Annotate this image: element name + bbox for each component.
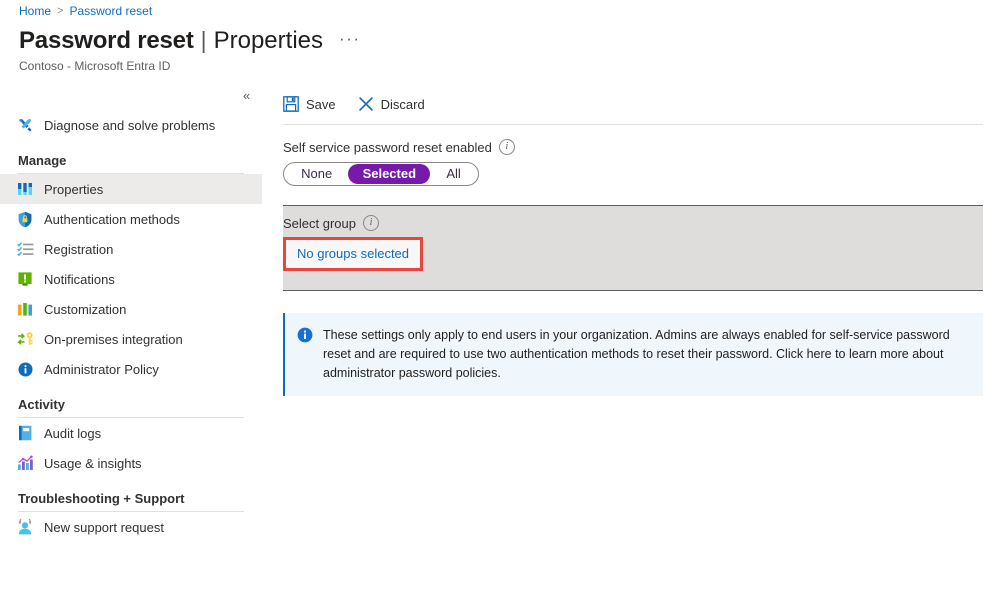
page-title-primary: Password reset	[19, 27, 194, 55]
sspr-option-selected[interactable]: Selected	[348, 164, 430, 184]
sidebar-item-registration[interactable]: Registration	[0, 234, 262, 264]
sidebar-item-label: Customization	[44, 302, 126, 317]
color-bars-icon	[14, 299, 36, 319]
sspr-enabled-label-row: Self service password reset enabled i	[283, 139, 983, 155]
info-banner-text: These settings only apply to end users i…	[323, 326, 967, 383]
no-groups-selected-highlight: No groups selected	[283, 237, 423, 271]
sidebar-item-new-support-request[interactable]: New support request	[0, 512, 262, 542]
sidebar-item-usage-and-insights[interactable]: Usage & insights	[0, 448, 262, 478]
sidebar-item-label: Registration	[44, 242, 113, 257]
info-banner: These settings only apply to end users i…	[283, 313, 983, 396]
sidebar-group-troubleshooting-support: Troubleshooting + Support	[18, 478, 244, 512]
save-button[interactable]: Save	[283, 96, 336, 112]
sidebar-item-customization[interactable]: Customization	[0, 294, 262, 324]
breadcrumb-item-password-reset[interactable]: Password reset	[69, 4, 152, 18]
sidebar-item-diagnose-and-solve-problems[interactable]: Diagnose and solve problems	[0, 110, 262, 140]
save-button-label: Save	[306, 97, 336, 112]
page-title-divider: |	[201, 27, 207, 54]
properties-bars-icon	[14, 179, 36, 199]
main-content: Save Discard Self service password reset…	[283, 90, 983, 396]
breadcrumb-item-home[interactable]: Home	[19, 4, 51, 18]
sidebar-group-activity: Activity	[18, 384, 244, 418]
sidebar-item-label: Audit logs	[44, 426, 101, 441]
shield-lock-icon	[14, 209, 36, 229]
select-group-label-row: Select group i	[283, 215, 983, 231]
checklist-icon	[14, 239, 36, 259]
sidebar-item-label: Diagnose and solve problems	[44, 118, 215, 133]
select-group-panel: Select group i No groups selected	[283, 206, 983, 290]
sidebar-item-label: Notifications	[44, 272, 115, 287]
page-title: Password reset | Properties ···	[19, 27, 719, 55]
command-toolbar: Save Discard	[283, 90, 983, 125]
sidebar-item-authentication-methods[interactable]: Authentication methods	[0, 204, 262, 234]
sidebar-item-administrator-policy[interactable]: Administrator Policy	[0, 354, 262, 384]
sidebar-group-manage: Manage	[18, 140, 244, 174]
support-person-icon	[14, 517, 36, 537]
info-circle-icon	[14, 359, 36, 379]
sidebar-item-notifications[interactable]: Notifications	[0, 264, 262, 294]
breadcrumb: Home > Password reset	[19, 4, 152, 18]
sidebar-item-properties[interactable]: Properties	[0, 174, 262, 204]
info-tooltip-icon[interactable]: i	[499, 139, 515, 155]
breadcrumb-separator: >	[57, 5, 63, 17]
sspr-enabled-label: Self service password reset enabled	[283, 140, 492, 155]
sidebar-item-label: Usage & insights	[44, 456, 142, 471]
sidebar: Diagnose and solve problems Manage Prope…	[0, 110, 262, 542]
sidebar-item-label: Authentication methods	[44, 212, 180, 227]
notification-alert-icon	[14, 269, 36, 289]
select-group-label: Select group	[283, 216, 356, 231]
sspr-option-all[interactable]: All	[432, 164, 475, 184]
bar-chart-icon	[14, 453, 36, 473]
sidebar-item-label: New support request	[44, 520, 164, 535]
sync-key-icon	[14, 329, 36, 349]
sidebar-item-audit-logs[interactable]: Audit logs	[0, 418, 262, 448]
discard-button[interactable]: Discard	[358, 96, 425, 112]
page-title-secondary: Properties	[214, 27, 323, 55]
collapse-sidebar-icon[interactable]: «	[243, 89, 250, 102]
sspr-option-none[interactable]: None	[287, 164, 346, 184]
sidebar-item-on-premises-integration[interactable]: On-premises integration	[0, 324, 262, 354]
page-title-area: Password reset | Properties ··· Contoso …	[19, 27, 719, 73]
sidebar-item-label: On-premises integration	[44, 332, 183, 347]
save-floppy-icon	[283, 96, 299, 112]
info-tooltip-icon[interactable]: i	[363, 215, 379, 231]
close-x-icon	[358, 96, 374, 112]
more-options-icon[interactable]: ···	[339, 29, 360, 49]
book-icon	[14, 423, 36, 443]
wrench-screwdriver-icon	[14, 115, 36, 135]
no-groups-selected-link[interactable]: No groups selected	[297, 246, 409, 261]
sidebar-item-label: Properties	[44, 182, 103, 197]
discard-button-label: Discard	[381, 97, 425, 112]
page-subtitle: Contoso - Microsoft Entra ID	[19, 59, 719, 73]
info-filled-icon	[297, 327, 313, 346]
sspr-enabled-toggle[interactable]: None Selected All	[283, 162, 479, 186]
select-group-section: Select group i No groups selected	[283, 205, 983, 291]
sidebar-item-label: Administrator Policy	[44, 362, 159, 377]
